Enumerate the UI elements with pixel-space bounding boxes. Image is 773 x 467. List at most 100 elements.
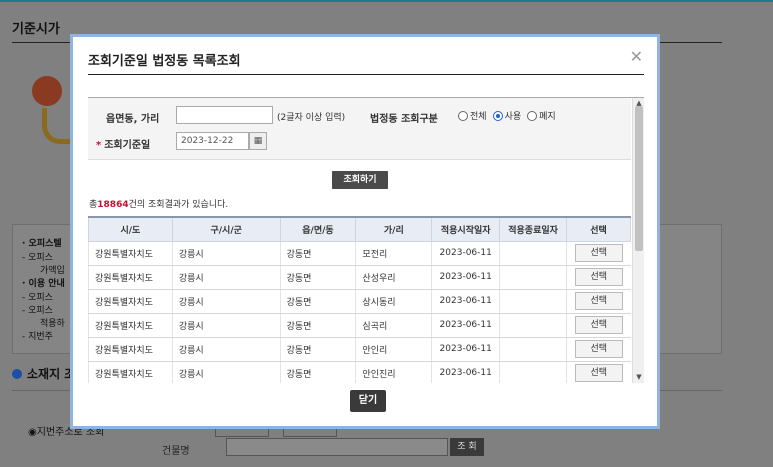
table-cell: 강동면: [279, 265, 356, 290]
table-row: 강원특별자치도 강릉시 강동면 안인진리 2023-06-11 선택: [88, 361, 631, 383]
town-hint: (2글자 이상 입력): [277, 113, 346, 123]
notice-item: - 오피스: [22, 253, 53, 263]
col-header: 시/도: [88, 216, 173, 242]
select-button[interactable]: 선택: [574, 340, 623, 358]
date-input[interactable]: [176, 132, 249, 150]
town-input[interactable]: [176, 106, 273, 124]
table-cell: 2023-06-11: [431, 313, 500, 338]
table-row: 강원특별자치도 강릉시 강동면 안인리 2023-06-11 선택: [88, 337, 631, 362]
select-button[interactable]: 선택: [574, 316, 623, 334]
top-accent-line: [0, 0, 773, 2]
notice-item: · 이용 안내: [22, 279, 65, 289]
table-cell: 선택: [566, 337, 631, 362]
table-cell: [499, 241, 567, 266]
radio-selected-icon: [492, 111, 503, 121]
table-row: 강원특별자치도 강릉시 강동면 산성우리 2023-06-11 선택: [88, 265, 631, 290]
table-cell: [499, 265, 567, 290]
result-table: 시/도 구/시/군 읍/면/동 가/리 적용시작일자 적용종료일자 선택 강원특…: [88, 216, 631, 383]
select-button[interactable]: 선택: [574, 244, 623, 262]
table-cell: 산성우리: [355, 265, 432, 290]
table-cell: 2023-06-11: [431, 361, 500, 383]
table-cell: 강동면: [279, 337, 356, 362]
table-cell: 강릉시: [171, 337, 281, 362]
town-label: 읍면동, 가리: [106, 114, 160, 125]
division-option-abolished[interactable]: 폐지: [527, 109, 556, 122]
table-cell: 선택: [566, 289, 631, 314]
table-cell: [499, 361, 567, 383]
table-row: 강원특별자치도 강릉시 강동면 상시동리 2023-06-11 선택: [88, 289, 631, 314]
table-header-row: 시/도 구/시/군 읍/면/동 가/리 적용시작일자 적용종료일자 선택: [88, 216, 631, 242]
table-cell: 강릉시: [171, 361, 281, 383]
notice-item: 적용하: [40, 319, 65, 329]
col-header: 구/시/군: [171, 216, 281, 242]
division-radio-group: 전체 사용 폐지: [458, 109, 556, 122]
select-button[interactable]: 선택: [574, 292, 623, 310]
table-cell: 안인진리: [355, 361, 432, 383]
table-cell: 강원특별자치도: [88, 289, 173, 314]
table-cell: 강동면: [279, 289, 356, 314]
vertical-scrollbar[interactable]: ▲ ▼: [632, 98, 644, 383]
building-input[interactable]: [226, 438, 448, 456]
search-button[interactable]: 조회하기: [332, 171, 388, 189]
table-cell: 강원특별자치도: [88, 337, 173, 362]
table-cell: 2023-06-11: [431, 289, 500, 314]
col-header: 가/리: [355, 216, 433, 242]
notice-item: - 지번주: [22, 332, 53, 342]
won-logo-icon: [32, 76, 62, 106]
table-cell: 강동면: [279, 313, 356, 338]
calendar-icon[interactable]: ▦: [249, 132, 267, 150]
section-bullet-icon: [12, 369, 22, 379]
table-cell: 상시동리: [355, 289, 432, 314]
close-button[interactable]: 닫기: [350, 390, 386, 412]
table-cell: 강동면: [279, 361, 356, 383]
table-cell: 강원특별자치도: [88, 313, 173, 338]
col-header: 선택: [566, 216, 631, 242]
col-header: 적용시작일자: [431, 216, 501, 242]
legal-dong-modal: 조회기준일 법정동 목록조회 ✕ 읍면동, 가리 (2글자 이상 입력) 법정동…: [70, 34, 660, 429]
table-cell: 강릉시: [171, 241, 281, 266]
division-option-in-use[interactable]: 사용: [492, 109, 521, 122]
building-label: 건물명: [162, 446, 190, 457]
building-search-button[interactable]: 조 회: [450, 438, 484, 456]
scroll-down-icon[interactable]: ▼: [633, 373, 644, 383]
table-cell: 2023-06-11: [431, 337, 500, 362]
table-cell: 선택: [566, 241, 631, 266]
table-cell: 2023-06-11: [431, 241, 500, 266]
search-form: 읍면동, 가리 (2글자 이상 입력) 법정동 조회구분 전체 사용 폐지 * 조…: [88, 98, 631, 160]
table-cell: [499, 313, 567, 338]
division-label: 법정동 조회구분: [370, 114, 438, 125]
table-cell: [499, 289, 567, 314]
table-cell: 선택: [566, 361, 631, 383]
notice-item: 가액입: [40, 266, 65, 276]
radio-icon: [527, 111, 538, 121]
notice-item: - 오피스: [22, 293, 53, 303]
table-cell: 강동면: [279, 241, 356, 266]
modal-title-divider: [88, 74, 644, 75]
table-cell: 강원특별자치도: [88, 361, 173, 383]
table-cell: 강원특별자치도: [88, 241, 173, 266]
select-button[interactable]: 선택: [574, 268, 623, 286]
col-header: 읍/면/동: [279, 216, 357, 242]
radio-icon: [458, 111, 468, 121]
table-cell: 강릉시: [171, 313, 281, 338]
table-row: 강원특별자치도 강릉시 강동면 심곡리 2023-06-11 선택: [88, 313, 631, 338]
notice-item: · 오피스텔: [22, 239, 62, 249]
select-button[interactable]: 선택: [574, 364, 623, 382]
notice-item: - 오피스: [22, 306, 53, 316]
result-count: 총18864건의 조회결과가 있습니다.: [89, 200, 229, 210]
modal-scroll-area[interactable]: 읍면동, 가리 (2글자 이상 입력) 법정동 조회구분 전체 사용 폐지 * 조…: [88, 97, 644, 383]
table-cell: [499, 337, 567, 362]
page-title: 기준시가: [12, 22, 60, 37]
table-cell: 모전리: [355, 241, 432, 266]
table-cell: 강원특별자치도: [88, 265, 173, 290]
table-cell: 강릉시: [171, 265, 281, 290]
table-cell: 선택: [566, 313, 631, 338]
date-label: * 조회기준일: [96, 140, 151, 151]
table-cell: 안인리: [355, 337, 432, 362]
division-option-all[interactable]: 전체: [458, 109, 487, 122]
scroll-thumb[interactable]: [635, 106, 643, 251]
col-header: 적용종료일자: [499, 216, 567, 242]
modal-title: 조회기준일 법정동 목록조회: [88, 54, 241, 69]
table-cell: 선택: [566, 265, 631, 290]
close-icon[interactable]: ✕: [630, 47, 643, 66]
